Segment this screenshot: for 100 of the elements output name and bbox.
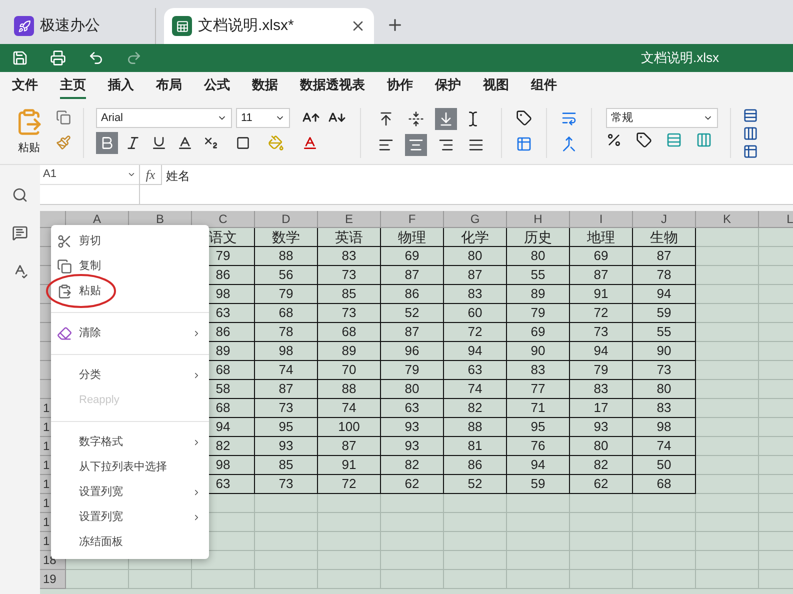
table-cell: 73: [633, 361, 696, 380]
table-cell: 50: [633, 456, 696, 475]
table-cell: 59: [507, 475, 570, 494]
table-cell: 80: [444, 247, 507, 266]
table-cell: 87: [444, 266, 507, 285]
table-cell: 89: [507, 285, 570, 304]
table-cell: 82: [570, 456, 633, 475]
table-cell: 94: [570, 342, 633, 361]
menu-tab[interactable]: 插入: [108, 73, 134, 99]
table-cell: 68: [255, 304, 318, 323]
table-cell: 86: [381, 285, 444, 304]
table-cell: 72: [444, 323, 507, 342]
column-header[interactable]: I: [570, 211, 633, 228]
table-cell: 历史: [507, 228, 570, 247]
table-cell: 82: [381, 456, 444, 475]
menu-tab[interactable]: 协作: [387, 73, 413, 99]
table-cell: 77: [507, 380, 570, 399]
table-cell: 17: [570, 399, 633, 418]
table-cell: 80: [507, 247, 570, 266]
table-cell: 74: [444, 380, 507, 399]
column-header[interactable]: G: [444, 211, 507, 228]
table-cell: 98: [255, 342, 318, 361]
table-cell: 83: [570, 380, 633, 399]
table-cell: 72: [570, 304, 633, 323]
menu-tab[interactable]: 公式: [204, 73, 230, 99]
table-cell: 87: [318, 437, 381, 456]
table-cell: 79: [381, 361, 444, 380]
column-header[interactable]: F: [381, 211, 444, 228]
table-cell: 69: [381, 247, 444, 266]
table-cell: 62: [570, 475, 633, 494]
font-field[interactable]: Arial: [96, 108, 232, 128]
menu-tab[interactable]: 数据透视表: [300, 73, 365, 99]
table-cell: 95: [255, 418, 318, 437]
table-cell: 70: [318, 361, 381, 380]
column-header[interactable]: E: [318, 211, 381, 228]
table-cell: 91: [570, 285, 633, 304]
table-cell: 80: [570, 437, 633, 456]
font-size-field[interactable]: 11: [236, 108, 290, 128]
table-cell: 52: [381, 304, 444, 323]
table-cell: 87: [633, 247, 696, 266]
table-cell: 73: [318, 266, 381, 285]
table-cell: 87: [381, 266, 444, 285]
table-cell: 85: [318, 285, 381, 304]
table-cell: 55: [507, 266, 570, 285]
table-cell: 55: [633, 323, 696, 342]
table-cell: 72: [318, 475, 381, 494]
table-cell: 69: [570, 247, 633, 266]
table-cell: 87: [381, 323, 444, 342]
table-cell: 52: [444, 475, 507, 494]
table-cell: 63: [381, 399, 444, 418]
tab-label: 文档说明.xlsx*: [198, 16, 295, 36]
table-cell: 93: [255, 437, 318, 456]
menu-tab[interactable]: 布局: [156, 73, 182, 99]
paste-label[interactable]: 粘贴: [18, 140, 40, 156]
table-cell: 83: [318, 247, 381, 266]
table-cell: 60: [444, 304, 507, 323]
table-cell: 数学: [255, 228, 318, 247]
table-cell: 79: [255, 285, 318, 304]
menu-tab[interactable]: 数据: [252, 73, 278, 99]
table-cell: 95: [507, 418, 570, 437]
table-cell: 93: [570, 418, 633, 437]
table-cell: 88: [444, 418, 507, 437]
table-cell: 物理: [381, 228, 444, 247]
formula-input[interactable]: 姓名: [162, 165, 793, 204]
tab[interactable]: 文档说明.xlsx*: [164, 8, 374, 44]
table-cell: 83: [633, 399, 696, 418]
table-cell: 82: [444, 399, 507, 418]
menu-tab[interactable]: 视图: [483, 73, 509, 99]
menu-tab[interactable]: 文件: [12, 73, 38, 99]
column-header[interactable]: H: [507, 211, 570, 228]
table-cell: 81: [444, 437, 507, 456]
column-header[interactable]: L: [759, 211, 793, 228]
column-header[interactable]: K: [696, 211, 759, 228]
menu-tab[interactable]: 保护: [435, 73, 461, 99]
table-cell: 80: [381, 380, 444, 399]
table-cell: 71: [507, 399, 570, 418]
table-cell: 94: [507, 456, 570, 475]
table-cell: 98: [633, 418, 696, 437]
table-cell: 73: [255, 399, 318, 418]
menu-tab[interactable]: 主页: [60, 73, 86, 99]
table-cell: 90: [633, 342, 696, 361]
table-cell: 59: [633, 304, 696, 323]
number-format-field[interactable]: 常规: [606, 108, 718, 128]
table-cell: 78: [255, 323, 318, 342]
function-label[interactable]: fx: [140, 165, 162, 185]
table-cell: 83: [444, 285, 507, 304]
column-header[interactable]: J: [633, 211, 696, 228]
menu-item[interactable]: 设置列宽: [51, 505, 209, 530]
table-cell: 74: [318, 399, 381, 418]
table-cell: 79: [507, 304, 570, 323]
table-cell: 69: [507, 323, 570, 342]
table-cell: 87: [570, 266, 633, 285]
table-cell: 68: [318, 323, 381, 342]
menu-tab[interactable]: 组件: [531, 73, 557, 99]
column-header[interactable]: C: [192, 211, 255, 228]
cell-reference-field[interactable]: A1: [40, 165, 139, 185]
row-header[interactable]: 19: [40, 570, 66, 589]
column-header[interactable]: D: [255, 211, 318, 228]
table-cell: 74: [633, 437, 696, 456]
table-cell: 96: [381, 342, 444, 361]
